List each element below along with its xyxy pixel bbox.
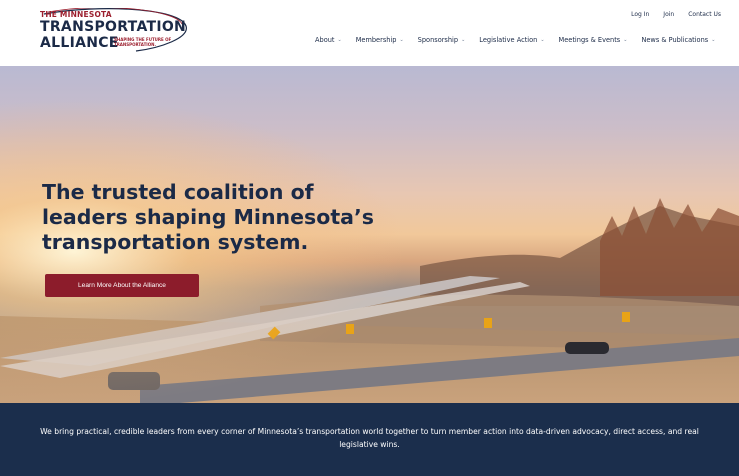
nav-item-meetings-events[interactable]: Meetings & Events ⌄	[559, 36, 628, 44]
utility-nav: Log In Join Contact Us	[631, 11, 721, 18]
join-link[interactable]: Join	[663, 11, 674, 18]
site-header: THE MINNESOTA TRANSPORTATION ALLIANCE SH…	[0, 0, 739, 66]
contact-link[interactable]: Contact Us	[688, 11, 721, 18]
logo-tagline: SHAPING THE FUTURE OF TRANSPORTATION.	[114, 37, 172, 47]
site-logo[interactable]: THE MINNESOTA TRANSPORTATION ALLIANCE SH…	[40, 8, 190, 58]
learn-more-button[interactable]: Learn More About the Alliance	[45, 274, 199, 297]
login-link[interactable]: Log In	[631, 11, 649, 18]
logo-line1: THE MINNESOTA	[40, 10, 112, 19]
chevron-down-icon: ⌄	[540, 37, 545, 43]
hero-title-line: transportation system.	[42, 230, 309, 254]
hero-banner: The trusted coalition of leaders shaping…	[0, 66, 739, 403]
chevron-down-icon: ⌄	[623, 37, 628, 43]
mission-statement: We bring practical, credible leaders fro…	[40, 427, 699, 449]
nav-item-label: Sponsorship	[417, 36, 459, 44]
nav-item-legislative-action[interactable]: Legislative Action ⌄	[479, 36, 544, 44]
nav-item-label: Meetings & Events	[558, 36, 621, 44]
chevron-down-icon: ⌄	[399, 37, 404, 43]
nav-item-label: Legislative Action	[479, 36, 538, 44]
nav-item-sponsorship[interactable]: Sponsorship ⌄	[418, 36, 466, 44]
hero-title-line: The trusted coalition of	[42, 180, 314, 204]
main-nav: About ⌄ Membership ⌄ Sponsorship ⌄ Legis…	[315, 36, 715, 44]
chevron-down-icon: ⌄	[461, 37, 466, 43]
nav-item-label: About	[315, 36, 335, 44]
chevron-down-icon: ⌄	[337, 37, 342, 43]
nav-item-news-publications[interactable]: News & Publications ⌄	[641, 36, 715, 44]
nav-item-label: News & Publications	[641, 36, 709, 44]
mission-band: We bring practical, credible leaders fro…	[0, 403, 739, 476]
hero-title: The trusted coalition of leaders shaping…	[42, 180, 382, 255]
hero-title-line: leaders shaping Minnesota’s	[42, 205, 374, 229]
nav-item-about[interactable]: About ⌄	[315, 36, 342, 44]
logo-line3: ALLIANCE	[40, 35, 119, 51]
chevron-down-icon: ⌄	[711, 37, 716, 43]
nav-item-membership[interactable]: Membership ⌄	[356, 36, 404, 44]
logo-line2: TRANSPORTATION	[40, 19, 187, 35]
nav-item-label: Membership	[355, 36, 397, 44]
